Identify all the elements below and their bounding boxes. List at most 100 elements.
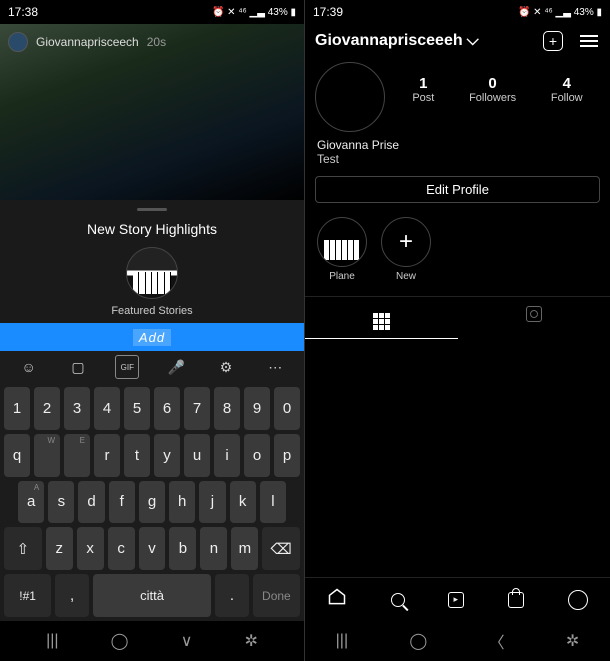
grid-tab[interactable]: [305, 297, 458, 339]
key-2[interactable]: 2: [34, 387, 60, 430]
keyboard: ☺ ▢ GIF 🎤 ⚙ ⋯ 1 2 3 4 5 6 7 8 9 0 q W: [0, 351, 304, 621]
add-button[interactable]: Add: [0, 323, 304, 351]
android-nav-bar: ||| ◯ 〈 ✲: [305, 621, 610, 661]
key-w[interactable]: W: [34, 434, 60, 477]
key-7[interactable]: 7: [184, 387, 210, 430]
stat-followers[interactable]: 0 Followers: [469, 75, 516, 104]
highlight-cover: [317, 217, 367, 267]
recents-button[interactable]: |||: [336, 632, 348, 650]
key-r[interactable]: r: [94, 434, 120, 477]
status-icons: ⏰ ✕ ⁴⁶ ▁▃ 43% ▮: [518, 7, 602, 18]
profile-info: 1 Post 0 Followers 4 Follow: [305, 58, 610, 134]
key-k[interactable]: k: [230, 481, 256, 524]
highlights-tray: Plane + New: [305, 213, 610, 290]
edit-profile-button[interactable]: Edit Profile: [315, 176, 600, 203]
key-3[interactable]: 3: [64, 387, 90, 430]
create-button[interactable]: +: [542, 30, 564, 52]
tagged-tab[interactable]: [458, 297, 610, 339]
key-backspace[interactable]: ⌫: [262, 527, 300, 570]
android-nav-bar: ||| ◯ ∨ ✲: [0, 621, 304, 661]
key-b[interactable]: b: [169, 527, 196, 570]
profile-screen: 17:39 ⏰ ✕ ⁴⁶ ▁▃ 43% ▮ Giovannaprisceeeh …: [305, 0, 610, 661]
tagged-icon: [526, 306, 542, 322]
key-a[interactable]: aA: [18, 481, 44, 524]
stat-posts[interactable]: 1 Post: [412, 75, 434, 104]
highlight-cover[interactable]: [126, 247, 178, 299]
key-4[interactable]: 4: [94, 387, 120, 430]
back-button[interactable]: 〈: [489, 629, 505, 653]
key-done[interactable]: Done: [253, 574, 300, 617]
key-g[interactable]: g: [139, 481, 165, 524]
clock: 17:39: [313, 5, 343, 19]
key-m[interactable]: m: [231, 527, 258, 570]
home-button[interactable]: ◯: [409, 631, 427, 651]
highlight-new[interactable]: + New: [381, 217, 431, 282]
profile-icon: [568, 590, 588, 610]
stat-following[interactable]: 4 Follow: [551, 75, 583, 104]
key-p[interactable]: p: [274, 434, 300, 477]
key-f[interactable]: f: [109, 481, 135, 524]
home-tab[interactable]: [327, 587, 347, 612]
key-9[interactable]: 9: [244, 387, 270, 430]
highlight-item[interactable]: Plane: [317, 217, 367, 282]
profile-stats: 1 Post 0 Followers 4 Follow: [395, 75, 600, 104]
profile-tab[interactable]: [568, 590, 588, 610]
emoji-icon[interactable]: ☺: [17, 355, 41, 379]
key-x[interactable]: x: [77, 527, 104, 570]
key-space[interactable]: città: [93, 574, 211, 617]
key-n[interactable]: n: [200, 527, 227, 570]
recents-button[interactable]: |||: [46, 632, 58, 650]
mic-icon[interactable]: 🎤: [165, 355, 189, 379]
key-z[interactable]: z: [46, 527, 73, 570]
profile-picture[interactable]: [315, 62, 385, 132]
profile-tabs: [305, 296, 610, 339]
accessibility-button[interactable]: ✲: [245, 631, 258, 651]
key-y[interactable]: y: [154, 434, 180, 477]
username-dropdown[interactable]: Giovannaprisceeeh ⌵: [315, 32, 479, 50]
key-1[interactable]: 1: [4, 387, 30, 430]
key-period[interactable]: .: [215, 574, 249, 617]
gif-icon[interactable]: GIF: [115, 355, 139, 379]
back-button[interactable]: ∨: [181, 631, 193, 651]
key-shift[interactable]: ⇧: [4, 527, 42, 570]
kb-row-1: 1 2 3 4 5 6 7 8 9 0: [4, 387, 300, 430]
key-0[interactable]: 0: [274, 387, 300, 430]
key-h[interactable]: h: [169, 481, 195, 524]
bio-name: Giovanna Prise: [305, 138, 610, 152]
home-button[interactable]: ◯: [111, 631, 129, 651]
key-o[interactable]: o: [244, 434, 270, 477]
key-symbols[interactable]: !#1: [4, 574, 51, 617]
keyboard-toolbar: ☺ ▢ GIF 🎤 ⚙ ⋯: [0, 351, 304, 383]
bag-icon: [508, 592, 524, 608]
menu-button[interactable]: [578, 30, 600, 52]
key-5[interactable]: 5: [124, 387, 150, 430]
key-e[interactable]: E: [64, 434, 90, 477]
reels-tab[interactable]: [448, 592, 464, 608]
key-i[interactable]: i: [214, 434, 240, 477]
story-avatar[interactable]: [8, 32, 28, 52]
status-icons: ⏰ ✕ ⁴⁶ ▁▃ 43% ▮: [212, 7, 296, 18]
story-preview[interactable]: Giovannaprisceech 20s: [0, 24, 304, 200]
key-8[interactable]: 8: [214, 387, 240, 430]
key-l[interactable]: l: [260, 481, 286, 524]
posts-grid: [305, 339, 610, 577]
more-icon[interactable]: ⋯: [263, 355, 287, 379]
settings-icon[interactable]: ⚙: [214, 355, 238, 379]
shop-tab[interactable]: [508, 592, 524, 608]
accessibility-button[interactable]: ✲: [566, 631, 579, 651]
kb-row-2: q W E r t y u i o p: [4, 434, 300, 477]
key-comma[interactable]: ,: [55, 574, 89, 617]
search-tab[interactable]: [391, 593, 405, 607]
highlight-name-input[interactable]: Featured Stories: [0, 305, 304, 317]
key-c[interactable]: c: [108, 527, 135, 570]
key-t[interactable]: t: [124, 434, 150, 477]
key-j[interactable]: j: [199, 481, 225, 524]
key-q[interactable]: q: [4, 434, 30, 477]
key-u[interactable]: u: [184, 434, 210, 477]
key-d[interactable]: d: [78, 481, 104, 524]
key-v[interactable]: v: [139, 527, 166, 570]
key-6[interactable]: 6: [154, 387, 180, 430]
sheet-grabber[interactable]: [137, 208, 167, 211]
key-s[interactable]: s: [48, 481, 74, 524]
sticker-icon[interactable]: ▢: [66, 355, 90, 379]
